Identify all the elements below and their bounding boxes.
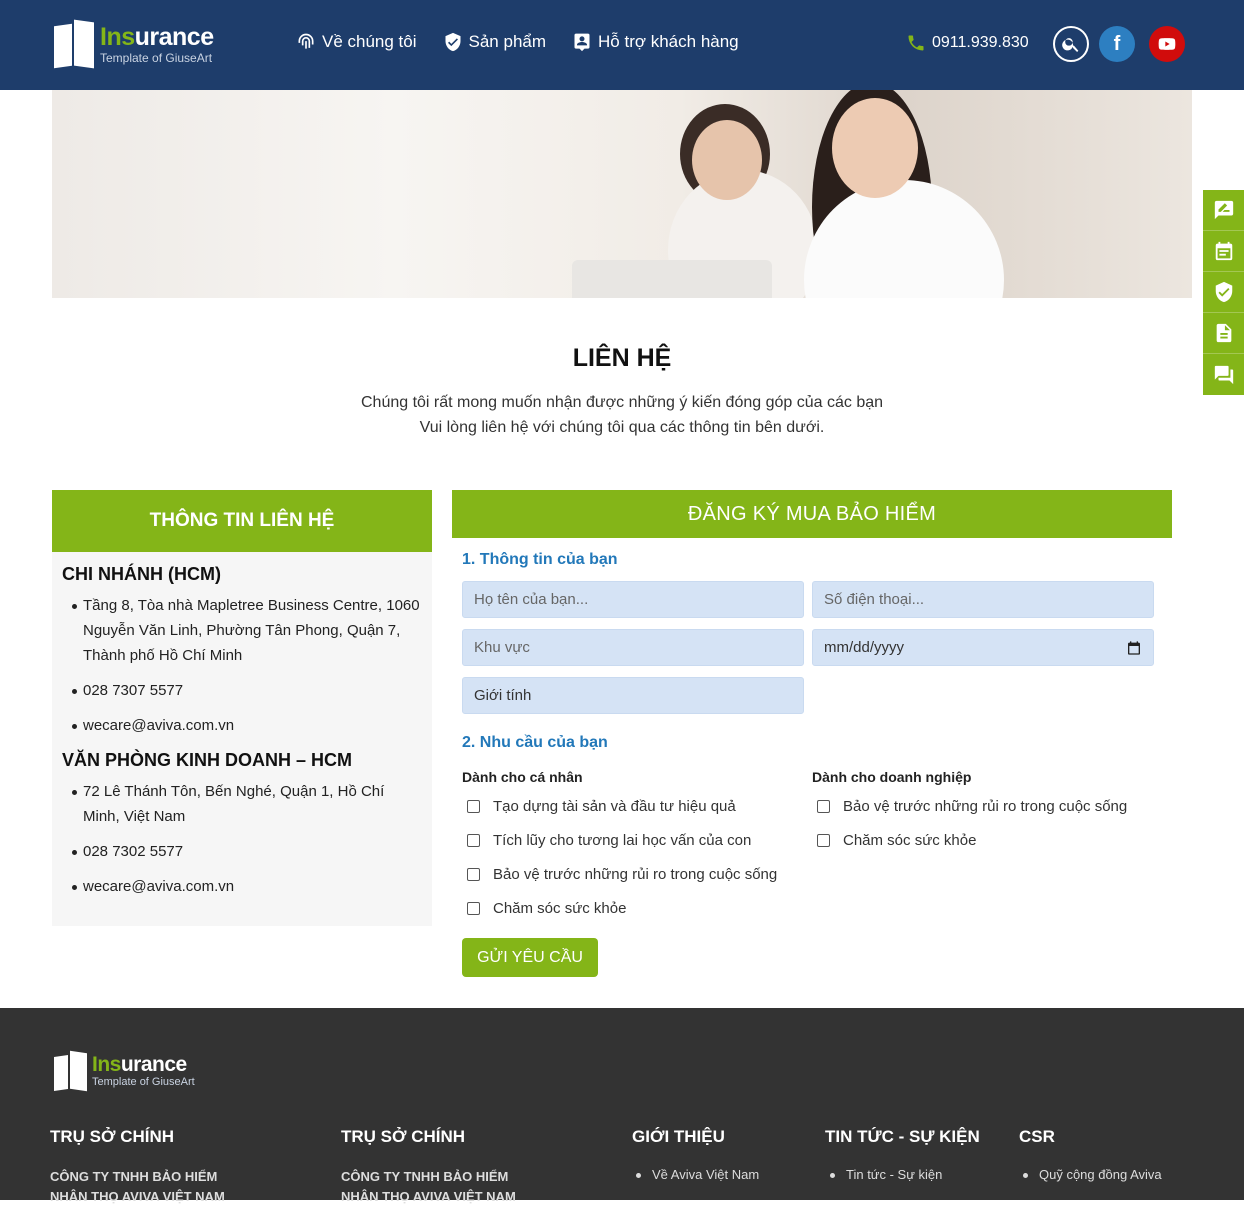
document-icon xyxy=(1216,323,1231,343)
calendar-icon xyxy=(1215,241,1232,261)
intro-text: Vui lòng liên hệ với chúng tôi qua các t… xyxy=(419,419,825,436)
header-phone[interactable]: 0911.939.830 xyxy=(906,33,1029,53)
youtube-icon xyxy=(1158,38,1176,50)
phone-placeholder: Số điện thoại... xyxy=(824,591,925,608)
side-tool-calendar[interactable] xyxy=(1203,231,1244,272)
nav-label: Về chúng tôi xyxy=(322,32,417,51)
footer-link[interactable]: Về Aviva Việt Nam xyxy=(632,1167,759,1182)
hero-banner-image xyxy=(52,90,1192,298)
checkbox-label: Bảo vệ trước những rủi ro trong cuộc sốn… xyxy=(493,866,778,883)
checkbox-label: Tích lũy cho tương lai học vấn của con xyxy=(493,832,752,849)
main-nav: Về chúng tôi Sản phẩm Hỗ trợ khách hàng xyxy=(296,32,739,52)
edit-icon xyxy=(1214,200,1233,220)
side-tool-edit[interactable] xyxy=(1203,190,1244,231)
branch-phone[interactable]: 028 7307 5577 xyxy=(72,678,422,703)
branch-sales-office: VĂN PHÒNG KINH DOANH – HCM 72 Lê Thánh T… xyxy=(52,748,432,899)
footer-column-text: CÔNG TY TNHH BẢO HIỂM NHÂN THỌ AVIVA VIỆT… xyxy=(341,1169,516,1204)
footer-column-title: TRỤ SỞ CHÍNH xyxy=(50,1127,175,1146)
submit-button[interactable]: GỬI YÊU CẦU xyxy=(462,938,598,977)
branch-email[interactable]: wecare@aviva.com.vn xyxy=(72,874,422,899)
checkbox[interactable] xyxy=(467,834,480,847)
checkbox-label: Tạo dựng tài sản và đầu tư hiệu quả xyxy=(493,798,736,815)
nav-item-support[interactable]: Hỗ trợ khách hàng xyxy=(572,32,739,52)
footer-column-title: CSR xyxy=(1019,1127,1055,1146)
footer-column-title: TIN TỨC - SỰ KIỆN xyxy=(825,1127,980,1146)
date-placeholder: mm/dd/yyyy xyxy=(824,639,905,656)
name-placeholder: Họ tên của bạn... xyxy=(474,591,589,608)
checkbox-label: Chăm sóc sức khỏe xyxy=(493,900,627,917)
nav-label: Hỗ trợ khách hàng xyxy=(598,32,739,51)
name-input[interactable]: Họ tên của bạn... xyxy=(462,581,804,618)
checkbox[interactable] xyxy=(467,868,480,881)
nav-label: Sản phẩm xyxy=(468,32,547,51)
logo-subtitle: Template of GiuseArt xyxy=(100,50,213,65)
gender-placeholder: Giới tính xyxy=(474,687,532,704)
branch-address: 72 Lê Thánh Tôn, Bến Nghé, Quận 1, Hồ Ch… xyxy=(72,779,422,829)
checkbox-option[interactable]: Bảo vệ trước những rủi ro trong cuộc sốn… xyxy=(817,798,1127,815)
phone-number: 0911.939.830 xyxy=(932,34,1029,51)
footer-logo[interactable]: Insurance Template of GiuseArt xyxy=(54,1050,195,1092)
form-heading: ĐĂNG KÝ MUA BẢO HIỂM xyxy=(452,490,1172,538)
logo-name: Insurance xyxy=(92,1053,187,1076)
footer-column-text: CÔNG TY TNHH BẢO HIỂM NHÂN THỌ AVIVA VIỆT… xyxy=(50,1169,225,1204)
logo-mark-icon xyxy=(54,19,96,69)
nav-item-products[interactable]: Sản phẩm xyxy=(443,32,547,52)
checkbox[interactable] xyxy=(467,800,480,813)
footer-column-title: GIỚI THIỆU xyxy=(632,1127,725,1146)
checkbox-option[interactable]: Chăm sóc sức khỏe xyxy=(467,900,626,917)
checkbox-option[interactable]: Tích lũy cho tương lai học vấn của con xyxy=(467,832,751,849)
form-section-title: 1. Thông tin của bạn xyxy=(462,551,618,568)
facebook-icon: f xyxy=(1113,32,1121,55)
checkbox-option[interactable]: Tạo dựng tài sản và đầu tư hiệu quả xyxy=(467,798,736,815)
gender-select[interactable]: Giới tính xyxy=(462,677,804,714)
logo-subtitle: Template of GiuseArt xyxy=(92,1076,195,1088)
phone-icon xyxy=(908,35,924,51)
branch-name: VĂN PHÒNG KINH DOANH – HCM xyxy=(62,750,353,770)
checkbox-label: Chăm sóc sức khỏe xyxy=(843,832,977,849)
shield-icon xyxy=(1215,281,1232,303)
fingerprint-icon xyxy=(298,33,314,49)
logo-mark-icon xyxy=(54,1050,88,1092)
shield-check-icon xyxy=(445,32,461,52)
contact-info-heading: THÔNG TIN LIÊN HỆ xyxy=(52,490,432,552)
checkbox-option[interactable]: Bảo vệ trước những rủi ro trong cuộc sốn… xyxy=(467,866,777,883)
region-placeholder: Khu vực xyxy=(474,639,530,656)
site-header: Insurance Template of GiuseArt Về chúng … xyxy=(0,0,1244,90)
form-section-title: 2. Nhu cầu của bạn xyxy=(462,734,608,751)
business-heading: Dành cho doanh nghiệp xyxy=(812,769,972,785)
footer-link[interactable]: Tin tức - Sự kiện xyxy=(826,1167,942,1182)
youtube-button[interactable] xyxy=(1149,26,1185,62)
nav-item-about[interactable]: Về chúng tôi xyxy=(296,32,417,52)
contact-info-panel: THÔNG TIN LIÊN HỆ CHI NHÁNH (HCM) Tầng 8… xyxy=(52,490,432,926)
page-title: LIÊN HỆ xyxy=(572,344,672,372)
support-icon xyxy=(574,33,590,52)
branch-email[interactable]: wecare@aviva.com.vn xyxy=(72,713,422,738)
branch-phone[interactable]: 028 7302 5577 xyxy=(72,839,422,864)
checkbox[interactable] xyxy=(467,902,480,915)
checkbox-option[interactable]: Chăm sóc sức khỏe xyxy=(817,832,976,849)
phone-input[interactable]: Số điện thoại... xyxy=(812,581,1154,618)
branch-name: CHI NHÁNH (HCM) xyxy=(62,564,221,584)
date-input[interactable]: mm/dd/yyyy xyxy=(812,629,1154,666)
calendar-icon[interactable] xyxy=(1126,640,1142,656)
region-select[interactable]: Khu vực xyxy=(462,629,804,666)
logo-name: Insurance xyxy=(100,22,214,51)
branch-address: Tầng 8, Tòa nhà Mapletree Business Centr… xyxy=(72,593,422,668)
checkbox-label: Bảo vệ trước những rủi ro trong cuộc sốn… xyxy=(843,798,1128,815)
facebook-button[interactable]: f xyxy=(1099,26,1135,62)
intro-text: Chúng tôi rất mong muốn nhận được những … xyxy=(360,394,884,411)
site-logo[interactable]: Insurance Template of GiuseArt xyxy=(54,19,234,69)
search-button[interactable] xyxy=(1053,26,1089,62)
branch-hcm: CHI NHÁNH (HCM) Tầng 8, Tòa nhà Mapletre… xyxy=(52,552,432,738)
checkbox[interactable] xyxy=(817,800,830,813)
footer-link[interactable]: Quỹ cộng đồng Aviva xyxy=(1019,1167,1162,1182)
checkbox[interactable] xyxy=(817,834,830,847)
side-tool-shield[interactable] xyxy=(1203,272,1244,313)
insurance-form: ĐĂNG KÝ MUA BẢO HIỂM xyxy=(452,490,1172,538)
footer-column-title: TRỤ SỞ CHÍNH xyxy=(341,1127,466,1146)
search-icon xyxy=(1062,38,1079,52)
personal-heading: Dành cho cá nhân xyxy=(462,769,583,785)
